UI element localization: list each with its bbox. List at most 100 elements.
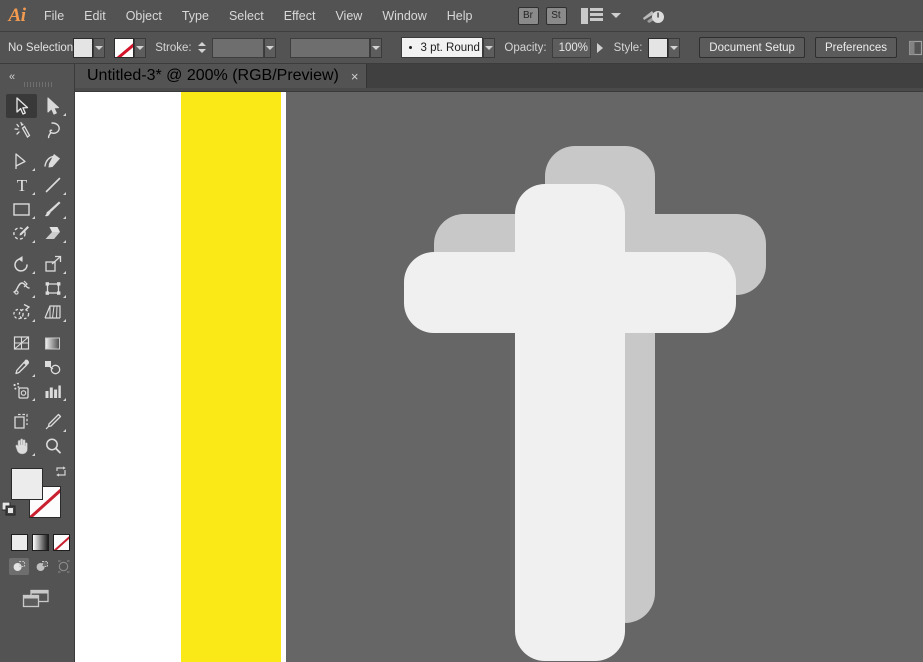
tool-more-indicator-icon bbox=[63, 216, 66, 219]
menu-item-window[interactable]: Window bbox=[372, 0, 436, 32]
fill-swatch-dropdown-icon[interactable] bbox=[92, 37, 106, 58]
zoom-tool[interactable] bbox=[37, 434, 68, 458]
draw-behind-button[interactable] bbox=[32, 558, 52, 575]
tool-group-separator bbox=[6, 403, 68, 410]
brush-preview-icon bbox=[409, 46, 413, 49]
collapse-panel-icon[interactable]: « bbox=[0, 71, 15, 83]
hand-tool[interactable] bbox=[6, 434, 37, 458]
draw-inside-button[interactable] bbox=[54, 558, 74, 575]
document-tab[interactable]: Untitled-3* @ 200% (RGB/Preview) × bbox=[75, 64, 368, 88]
menu-item-file[interactable]: File bbox=[34, 0, 74, 32]
menu-item-view[interactable]: View bbox=[325, 0, 372, 32]
direct-selection-tool[interactable] bbox=[37, 94, 68, 118]
menu-item-edit[interactable]: Edit bbox=[74, 0, 116, 32]
tool-more-indicator-icon bbox=[63, 319, 66, 322]
tool-more-indicator-icon bbox=[32, 216, 35, 219]
eraser-tool[interactable] bbox=[37, 221, 68, 245]
artboard-tool[interactable] bbox=[6, 410, 37, 434]
preferences-button[interactable]: Preferences bbox=[814, 37, 897, 58]
chevron-down-icon[interactable] bbox=[610, 13, 621, 18]
rectangle-tool[interactable] bbox=[6, 197, 37, 221]
variable-width-profile-field[interactable] bbox=[289, 37, 371, 58]
shape-builder-tool[interactable] bbox=[6, 300, 37, 324]
eyedropper-tool[interactable] bbox=[6, 355, 37, 379]
mesh-tool[interactable] bbox=[6, 331, 37, 355]
slice-tool[interactable] bbox=[37, 410, 68, 434]
none-fill-button[interactable] bbox=[53, 534, 70, 551]
tool-more-indicator-icon bbox=[63, 192, 66, 195]
scale-tool[interactable] bbox=[37, 252, 68, 276]
close-icon[interactable]: × bbox=[351, 70, 359, 83]
app-logo-icon: Ai bbox=[8, 4, 26, 26]
graphic-style-dropdown-icon[interactable] bbox=[667, 37, 681, 58]
stroke-weight-stepper[interactable] bbox=[198, 38, 208, 58]
tool-group-separator bbox=[6, 324, 68, 331]
tool-more-indicator-icon bbox=[32, 192, 35, 195]
default-fill-stroke-icon[interactable] bbox=[1, 501, 16, 516]
rotate-tool[interactable] bbox=[6, 252, 37, 276]
tool-group-separator bbox=[6, 142, 68, 149]
shaper-tool[interactable] bbox=[6, 221, 37, 245]
canvas-area[interactable] bbox=[75, 92, 923, 662]
adobe-stock-button[interactable]: St bbox=[545, 6, 567, 25]
pen-tool[interactable] bbox=[6, 149, 37, 173]
column-graph-tool[interactable] bbox=[37, 379, 68, 403]
tool-more-indicator-icon bbox=[32, 398, 35, 401]
tool-more-indicator-icon bbox=[32, 319, 35, 322]
fill-color-swatch[interactable] bbox=[73, 37, 93, 58]
tool-more-indicator-icon bbox=[32, 453, 35, 456]
stroke-weight-label: Stroke: bbox=[155, 41, 192, 54]
variable-width-dropdown-icon[interactable] bbox=[370, 37, 383, 58]
brush-definition-field[interactable]: 3 pt. Round bbox=[401, 37, 484, 58]
stroke-color-swatch[interactable] bbox=[114, 37, 134, 58]
gradient-tool[interactable] bbox=[37, 331, 68, 355]
bridge-button[interactable]: Br bbox=[517, 6, 539, 25]
draw-normal-button[interactable] bbox=[9, 558, 29, 575]
opacity-input[interactable]: 100% bbox=[551, 37, 592, 58]
gradient-fill-button[interactable] bbox=[32, 534, 49, 551]
svg-text:T: T bbox=[16, 176, 27, 194]
perspective-grid-tool[interactable] bbox=[37, 300, 68, 324]
menu-item-effect[interactable]: Effect bbox=[274, 0, 326, 32]
document-setup-button[interactable]: Document Setup bbox=[699, 37, 805, 58]
illustrator-window: Ai File Edit Object Type Select Effect V… bbox=[0, 0, 923, 662]
type-tool[interactable]: T bbox=[6, 173, 37, 197]
tool-more-indicator-icon bbox=[32, 271, 35, 274]
symbol-sprayer-tool[interactable] bbox=[6, 379, 37, 403]
panel-dock-icon[interactable] bbox=[908, 40, 923, 56]
width-tool[interactable] bbox=[6, 276, 37, 300]
menu-item-select[interactable]: Select bbox=[219, 0, 274, 32]
workspace-switcher-icon[interactable] bbox=[580, 7, 603, 24]
line-segment-tool[interactable] bbox=[37, 173, 68, 197]
tool-more-indicator-icon bbox=[32, 168, 35, 171]
lasso-tool[interactable] bbox=[37, 118, 68, 142]
magic-wand-tool[interactable] bbox=[6, 118, 37, 142]
selection-tool[interactable] bbox=[6, 94, 37, 118]
brush-definition-dropdown-icon[interactable] bbox=[483, 37, 496, 58]
menu-bar: Ai File Edit Object Type Select Effect V… bbox=[0, 0, 923, 32]
stroke-swatch-dropdown-icon[interactable] bbox=[133, 37, 147, 58]
drawing-mode-buttons bbox=[0, 551, 74, 575]
opacity-options-arrow-icon[interactable] bbox=[594, 38, 605, 58]
menu-item-type[interactable]: Type bbox=[172, 0, 219, 32]
graphic-style-swatch[interactable] bbox=[648, 37, 668, 58]
tools-panel: « T bbox=[0, 64, 75, 662]
menu-item-help[interactable]: Help bbox=[437, 0, 483, 32]
change-screen-mode-button[interactable] bbox=[0, 575, 74, 614]
fill-mode-buttons bbox=[0, 530, 74, 551]
tools-panel-grip[interactable] bbox=[24, 82, 54, 87]
curvature-tool[interactable] bbox=[37, 149, 68, 173]
stroke-weight-input[interactable] bbox=[212, 37, 264, 58]
color-fill-button[interactable] bbox=[11, 534, 28, 551]
blend-tool[interactable] bbox=[37, 355, 68, 379]
tool-more-indicator-icon bbox=[63, 398, 66, 401]
style-label: Style: bbox=[613, 41, 643, 54]
paintbrush-tool[interactable] bbox=[37, 197, 68, 221]
fill-color-box[interactable] bbox=[11, 468, 43, 500]
tool-more-indicator-icon bbox=[32, 295, 35, 298]
search-adobe-stock-icon[interactable] bbox=[641, 5, 665, 27]
swap-fill-stroke-icon[interactable] bbox=[54, 466, 68, 480]
free-transform-tool[interactable] bbox=[37, 276, 68, 300]
menu-item-object[interactable]: Object bbox=[116, 0, 172, 32]
stroke-weight-dropdown-icon[interactable] bbox=[263, 37, 276, 58]
